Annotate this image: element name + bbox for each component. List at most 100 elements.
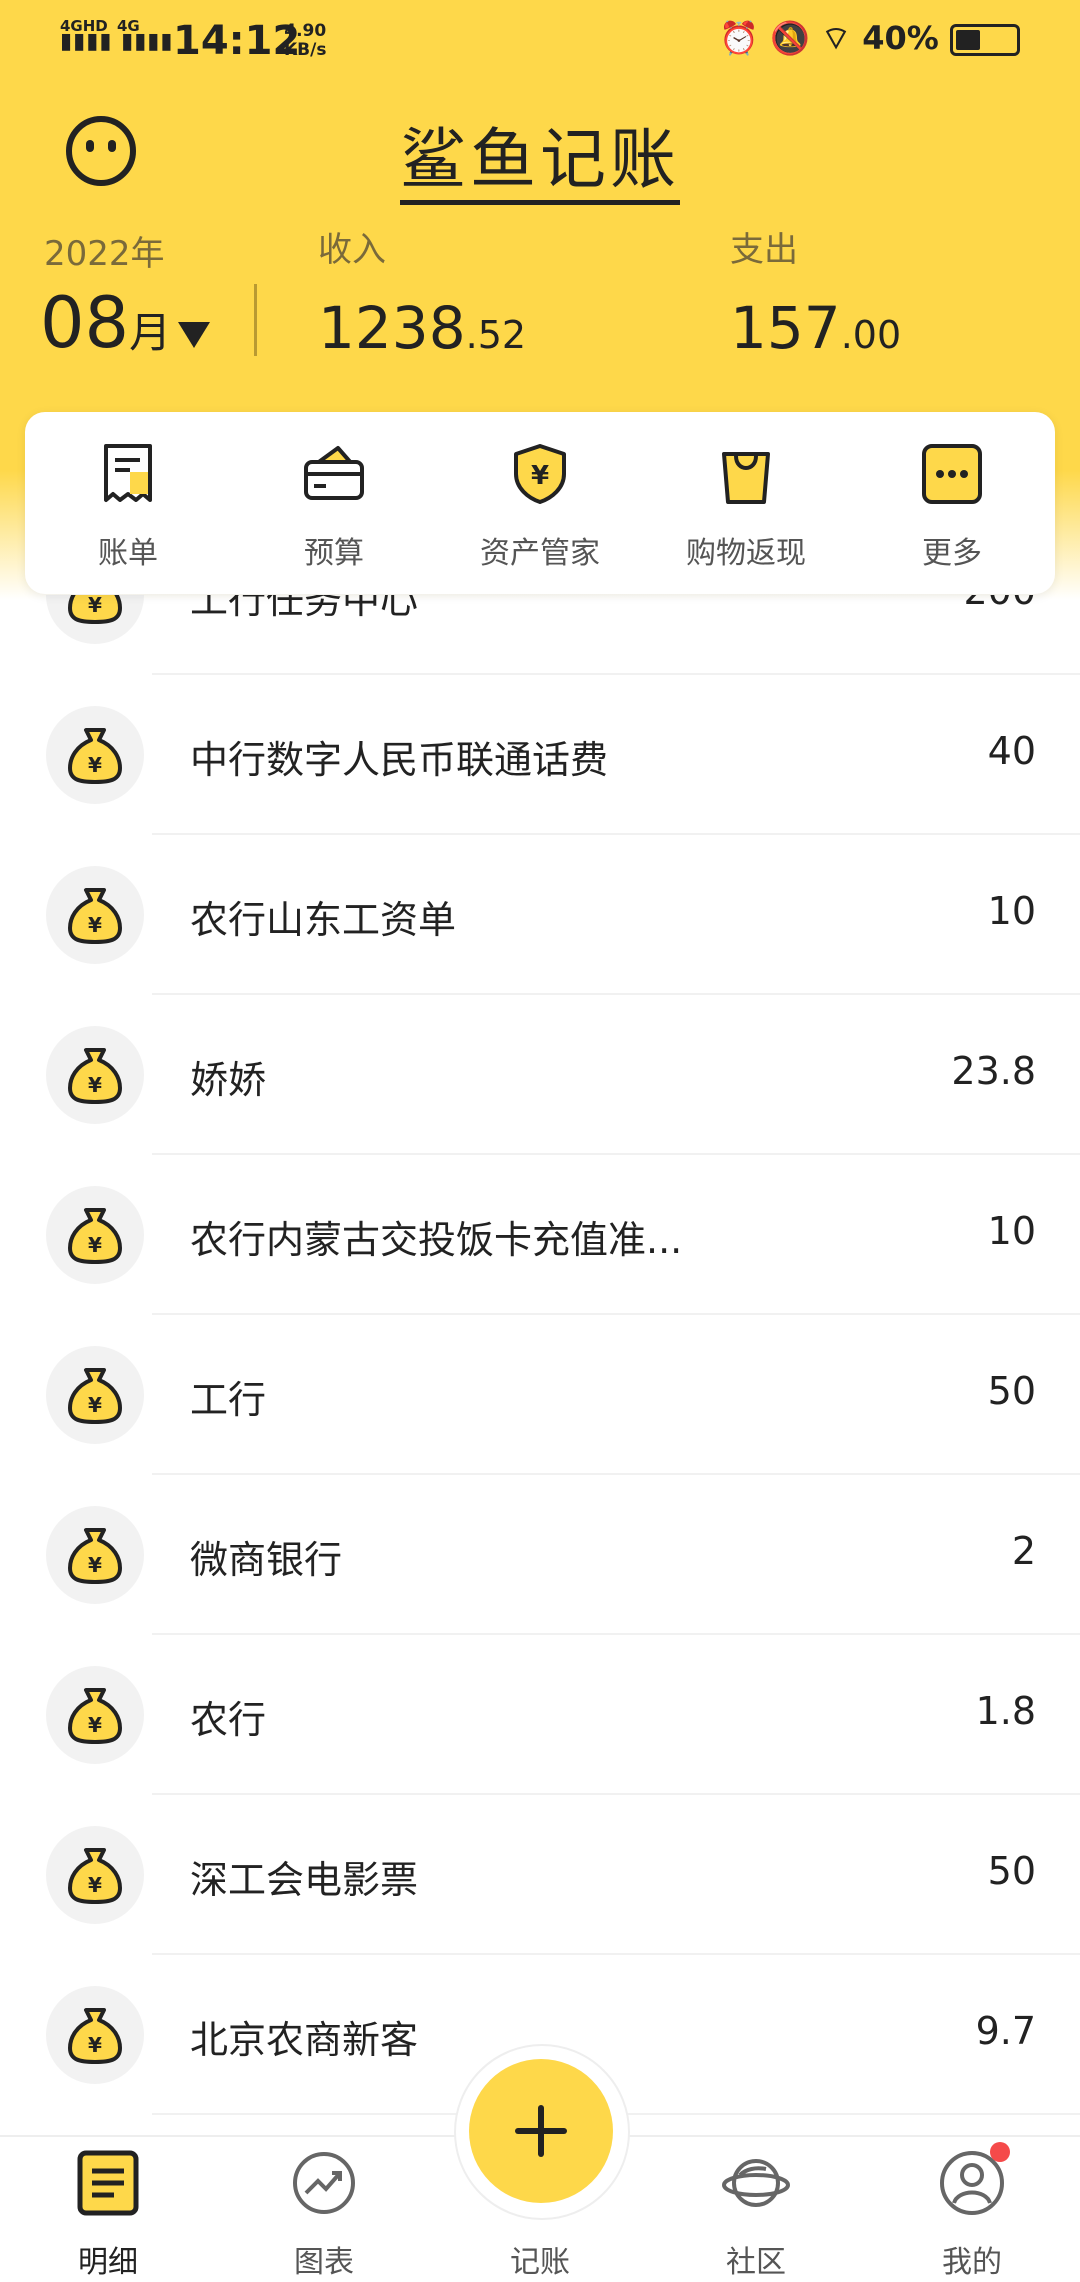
quick-action-budget[interactable]: 预算 (231, 412, 437, 594)
record-name: 微商银行 (190, 1538, 343, 1582)
record-name: 深工会电影票 (190, 1858, 419, 1902)
nav-community[interactable]: 社区 (648, 2137, 864, 2282)
record-name: 娇娇 (190, 1058, 267, 1102)
month-unit: 月 (129, 308, 172, 357)
alarm-icon: ⏰ (719, 19, 759, 57)
status-right: ⏰ 🔕 ⌔ 40% (719, 18, 1020, 58)
month-selector[interactable]: 08月 (40, 282, 171, 364)
svg-text:¥: ¥ (88, 1873, 102, 1897)
record-list[interactable]: ¥ 工行任务中心 200 ¥ 中行数字人民币联通话费 40 ¥ 农行山东工资单 10 ¥ 娇娇 23.… (0, 595, 1080, 2135)
quick-action-cashback[interactable]: 购物返现 (643, 412, 849, 594)
record-amount: 10 (987, 889, 1036, 933)
money-bag-icon: ¥ (46, 706, 144, 804)
record-amount: 23.8 (951, 1049, 1036, 1093)
money-bag-icon: ¥ (46, 595, 144, 644)
money-bag-icon: ¥ (46, 1826, 144, 1924)
record-name: 工行任务中心 (190, 595, 419, 622)
quick-action-label: 资产管家 (480, 536, 600, 571)
expense-label: 支出 (730, 230, 798, 270)
money-bag-icon: ¥ (46, 1026, 144, 1124)
expense-value: 157.00 (730, 294, 902, 362)
battery-icon (950, 24, 1020, 56)
record-amount: 50 (987, 1849, 1036, 1893)
record-amount: 9.7 (975, 2009, 1036, 2053)
svg-text:¥: ¥ (88, 913, 102, 937)
record-amount: 10 (987, 1209, 1036, 1253)
list-item[interactable]: ¥ 娇娇 23.8 (0, 995, 1080, 1155)
notification-badge (990, 2142, 1010, 2162)
nav-label: 记账 (510, 2245, 570, 2280)
money-bag-icon: ¥ (46, 1666, 144, 1764)
quick-action-assets[interactable]: ¥ 资产管家 (437, 412, 643, 594)
svg-text:¥: ¥ (88, 1393, 102, 1417)
income-value: 1238.52 (318, 294, 527, 362)
nav-chart[interactable]: 图表 (216, 2137, 432, 2282)
money-bag-icon: ¥ (46, 1346, 144, 1444)
bill-icon (104, 444, 152, 502)
income-label: 收入 (318, 230, 386, 270)
record-name: 中行数字人民币联通话费 (190, 738, 609, 782)
nav-label: 明细 (78, 2245, 138, 2280)
add-record-button[interactable] (469, 2059, 613, 2203)
wallet-icon (304, 446, 364, 500)
summary-divider (254, 284, 257, 356)
shield-yen-icon: ¥ (514, 444, 566, 504)
list-item[interactable]: ¥ 工行任务中心 200 (0, 595, 1080, 675)
speed-value: 4.90 (284, 21, 327, 41)
list-item[interactable]: ¥ 微商银行 2 (0, 1475, 1080, 1635)
quick-action-bill[interactable]: 账单 (25, 412, 231, 594)
detail-icon (77, 2150, 139, 2216)
app-title: 鲨鱼记账 (0, 106, 1080, 205)
wifi-icon: ⌔ (821, 19, 852, 57)
svg-text:¥: ¥ (88, 2033, 102, 2057)
list-item[interactable]: ¥ 农行内蒙古交投饭卡充值准... 10 (0, 1155, 1080, 1315)
record-amount: 200 (963, 595, 1036, 613)
quick-action-label: 账单 (98, 536, 158, 571)
record-name: 农行 (190, 1698, 267, 1742)
record-amount: 40 (987, 729, 1036, 773)
quick-action-label: 预算 (304, 536, 364, 571)
money-bag-icon: ¥ (46, 1986, 144, 2084)
more-icon (922, 444, 982, 504)
status-bar: 4GHD 4G ▮▮▮▮ ▮▮▮▮ 14:12 4.90 KB/s ⏰ 🔕 ⌔ … (0, 0, 1080, 82)
dropdown-arrow-icon[interactable] (178, 322, 210, 348)
quick-action-more[interactable]: 更多 (849, 412, 1055, 594)
shopping-bag-icon (722, 452, 770, 504)
year-label[interactable]: 2022年 (44, 226, 165, 275)
planet-icon (722, 2159, 790, 2207)
svg-text:¥: ¥ (88, 1553, 102, 1577)
list-item[interactable]: ¥ 深工会电影票 50 (0, 1795, 1080, 1955)
quick-actions-card: 账单 预算 ¥ 资产管家 购物返现 更多 (25, 412, 1055, 594)
record-amount: 50 (987, 1369, 1036, 1413)
svg-text:¥: ¥ (88, 1713, 102, 1737)
mute-icon: 🔕 (770, 19, 810, 57)
svg-text:¥: ¥ (531, 461, 549, 491)
month-value: 08 (40, 282, 130, 364)
nav-label: 我的 (942, 2245, 1002, 2280)
record-name: 工行 (190, 1378, 267, 1422)
record-name: 农行山东工资单 (190, 898, 457, 942)
status-time: 14:12 (173, 18, 301, 64)
record-amount: 1.8 (975, 1689, 1036, 1733)
nav-label: 图表 (294, 2245, 354, 2280)
svg-text:¥: ¥ (88, 753, 102, 777)
signal-info: 4GHD 4G ▮▮▮▮ ▮▮▮▮ (60, 18, 174, 54)
quick-action-label: 更多 (922, 536, 982, 571)
list-item[interactable]: ¥ 农行 1.8 (0, 1635, 1080, 1795)
signal-bars-icon: ▮▮▮▮ ▮▮▮▮ (60, 29, 174, 54)
quick-action-label: 购物返现 (686, 536, 806, 571)
record-name: 北京农商新客 (190, 2018, 419, 2062)
money-bag-icon: ¥ (46, 1186, 144, 1284)
money-bag-icon: ¥ (46, 1506, 144, 1604)
network-speed: 4.90 KB/s (284, 22, 326, 60)
chart-icon (293, 2152, 355, 2214)
nav-profile[interactable]: 我的 (864, 2137, 1080, 2282)
speed-unit: KB/s (284, 40, 327, 60)
list-item[interactable]: ¥ 中行数字人民币联通话费 40 (0, 675, 1080, 835)
list-item[interactable]: ¥ 农行山东工资单 10 (0, 835, 1080, 995)
record-amount: 2 (1011, 1529, 1036, 1573)
list-item[interactable]: ¥ 工行 50 (0, 1315, 1080, 1475)
battery-percent: 40% (862, 19, 939, 57)
nav-detail[interactable]: 明细 (0, 2137, 216, 2282)
svg-text:¥: ¥ (88, 1233, 102, 1257)
